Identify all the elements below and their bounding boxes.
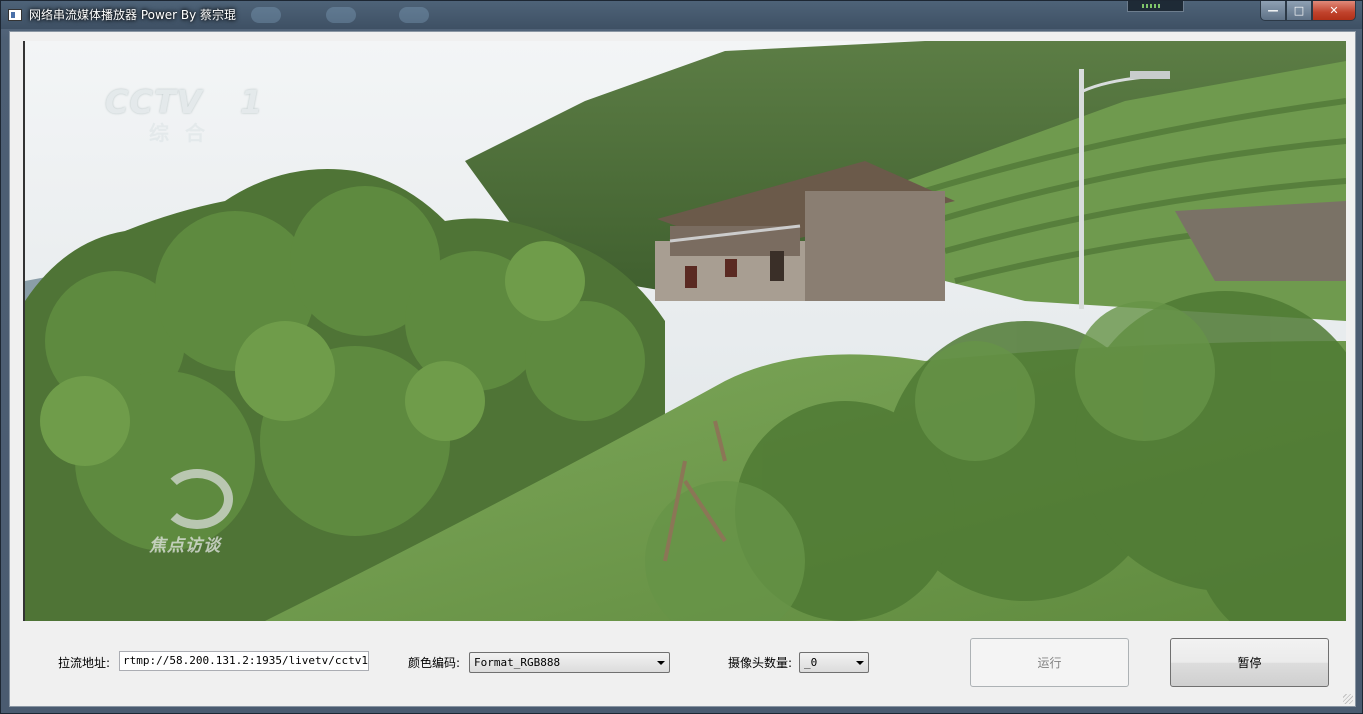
maximize-button[interactable]: □ (1286, 1, 1312, 21)
app-window: 网络串流媒体播放器 Power By 蔡宗琨 — □ ✕ CCTV 1 综合 焦… (0, 0, 1363, 714)
app-icon[interactable] (8, 9, 22, 21)
cctv-channel-number: 1 (240, 83, 264, 121)
program-logo-text: 焦点访谈 (149, 536, 221, 556)
color-format-value: Format_RGB888 (474, 656, 561, 669)
program-logo-icon (161, 469, 233, 529)
aero-glow (326, 7, 356, 23)
close-button[interactable]: ✕ (1312, 1, 1356, 21)
program-logo: 焦点访谈 (149, 469, 259, 559)
cctv-channel-sub: 综合 (149, 121, 221, 145)
chevron-down-icon (856, 661, 864, 665)
url-input[interactable]: rtmp://58.200.131.2:1935/livetv/cctv1 (119, 651, 369, 671)
camera-count-label: 摄像头数量: (728, 656, 793, 670)
color-format-select[interactable]: Format_RGB888 (469, 652, 670, 673)
window-title: 网络串流媒体播放器 Power By 蔡宗琨 (29, 8, 237, 22)
run-button[interactable]: 运行 (970, 638, 1129, 687)
cctv-logo-text: CCTV (105, 83, 203, 121)
video-display: CCTV 1 综合 焦点访谈 (23, 41, 1346, 621)
window-controls: — □ ✕ (1260, 1, 1356, 21)
minimize-button[interactable]: — (1260, 1, 1286, 21)
cctv-logo: CCTV 1 综合 (105, 83, 285, 145)
title-bar[interactable]: 网络串流媒体播放器 Power By 蔡宗琨 — □ ✕ (1, 1, 1362, 29)
chevron-down-icon (657, 661, 665, 665)
url-label: 拉流地址: (58, 656, 111, 670)
camera-count-value: _0 (804, 656, 818, 669)
resize-grip[interactable] (1343, 694, 1353, 704)
level-meter (1127, 1, 1184, 12)
camera-count-select[interactable]: _0 (799, 652, 869, 673)
aero-glow (399, 7, 429, 23)
client-area: CCTV 1 综合 焦点访谈 拉流地址: rtmp://58.200.131.2… (9, 31, 1356, 707)
color-format-label: 颜色编码: (408, 656, 461, 670)
pause-button[interactable]: 暂停 (1170, 638, 1329, 687)
aero-glow (251, 7, 281, 23)
